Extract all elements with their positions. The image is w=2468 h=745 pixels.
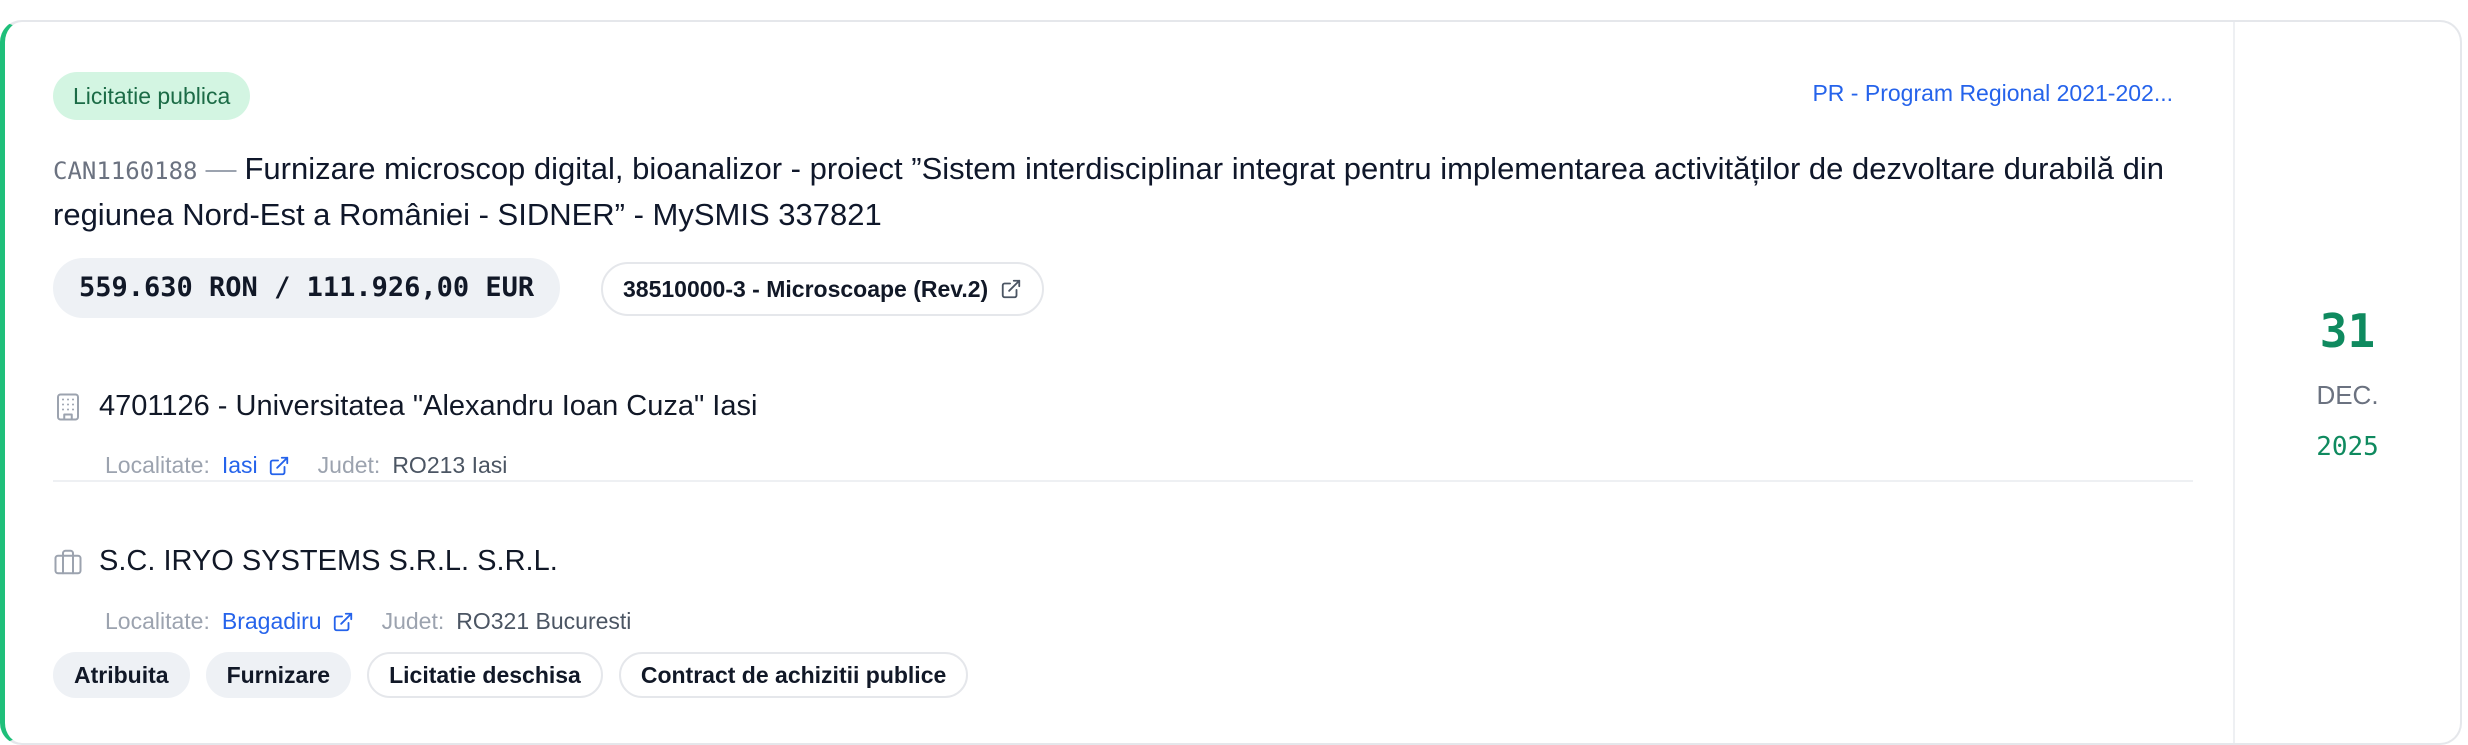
tag-procedure: Licitatie deschisa <box>367 652 603 698</box>
tag-type: Furnizare <box>205 652 352 698</box>
external-link-icon <box>269 456 288 475</box>
supplier-name[interactable]: S.C. IRYO SYSTEMS S.R.L. S.R.L. <box>99 545 558 578</box>
supplier-meta: Localitate: Bragadiru Judet: RO321 Bucur… <box>105 608 631 635</box>
authority-locality-link[interactable]: Iasi <box>222 452 290 479</box>
date-month: DEC. <box>2316 380 2379 410</box>
tag-contract: Contract de achizitii publice <box>618 652 969 698</box>
tag-status: Atribuita <box>53 652 190 698</box>
notice-code: CAN1160188 <box>53 157 198 185</box>
cpv-link[interactable]: 38510000-3 - Microscoape (Rev.2) <box>601 262 1045 316</box>
authority-name[interactable]: 4701126 - Universitatea "Alexandru Ioan … <box>99 390 757 423</box>
external-link-icon <box>333 612 352 631</box>
supplier-county: RO321 Bucuresti <box>456 608 632 634</box>
supplier-row: S.C. IRYO SYSTEMS S.R.L. S.R.L. <box>53 545 558 578</box>
contract-value: 559.630 RON / 111.926,00 EUR <box>53 258 561 318</box>
section-divider <box>53 480 2193 482</box>
supplier-locality-link[interactable]: Bragadiru <box>222 608 354 635</box>
briefcase-icon <box>54 549 82 574</box>
date-year: 2025 <box>2316 432 2379 462</box>
card-main: Licitatie publica PR - Program Regional … <box>5 22 2233 743</box>
authority-county-label: Judet: <box>317 452 381 478</box>
tender-card[interactable]: Licitatie publica PR - Program Regional … <box>0 20 2462 745</box>
supplier-locality-label: Localitate: <box>105 608 210 634</box>
authority-row: 4701126 - Universitatea "Alexandru Ioan … <box>53 390 757 423</box>
notice-title-text: Furnizare microscop digital, bioanalizor… <box>53 151 2164 232</box>
building-icon <box>57 393 79 420</box>
supplier-county-label: Judet: <box>381 608 445 634</box>
date-panel: 31 DEC. 2025 <box>2233 22 2460 743</box>
authority-locality-label: Localitate: <box>105 452 210 478</box>
date-day: 31 <box>2319 304 2376 358</box>
title-separator: — <box>205 151 237 186</box>
tag-list: Atribuita Furnizare Licitatie deschisa C… <box>53 652 969 698</box>
external-link-icon <box>1002 279 1021 299</box>
program-link[interactable]: PR - Program Regional 2021-202... <box>1812 80 2173 107</box>
authority-locality: Iasi <box>221 452 258 478</box>
cpv-label: 38510000-3 - Microscoape (Rev.2) <box>623 276 989 302</box>
procedure-badge: Licitatie publica <box>53 72 251 120</box>
authority-meta: Localitate: Iasi Judet: RO213 Iasi <box>105 452 507 479</box>
notice-title[interactable]: CAN1160188— Furnizare microscop digital, … <box>53 147 2213 237</box>
authority-county: RO213 Iasi <box>392 452 508 478</box>
supplier-locality: Bragadiru <box>221 608 322 634</box>
